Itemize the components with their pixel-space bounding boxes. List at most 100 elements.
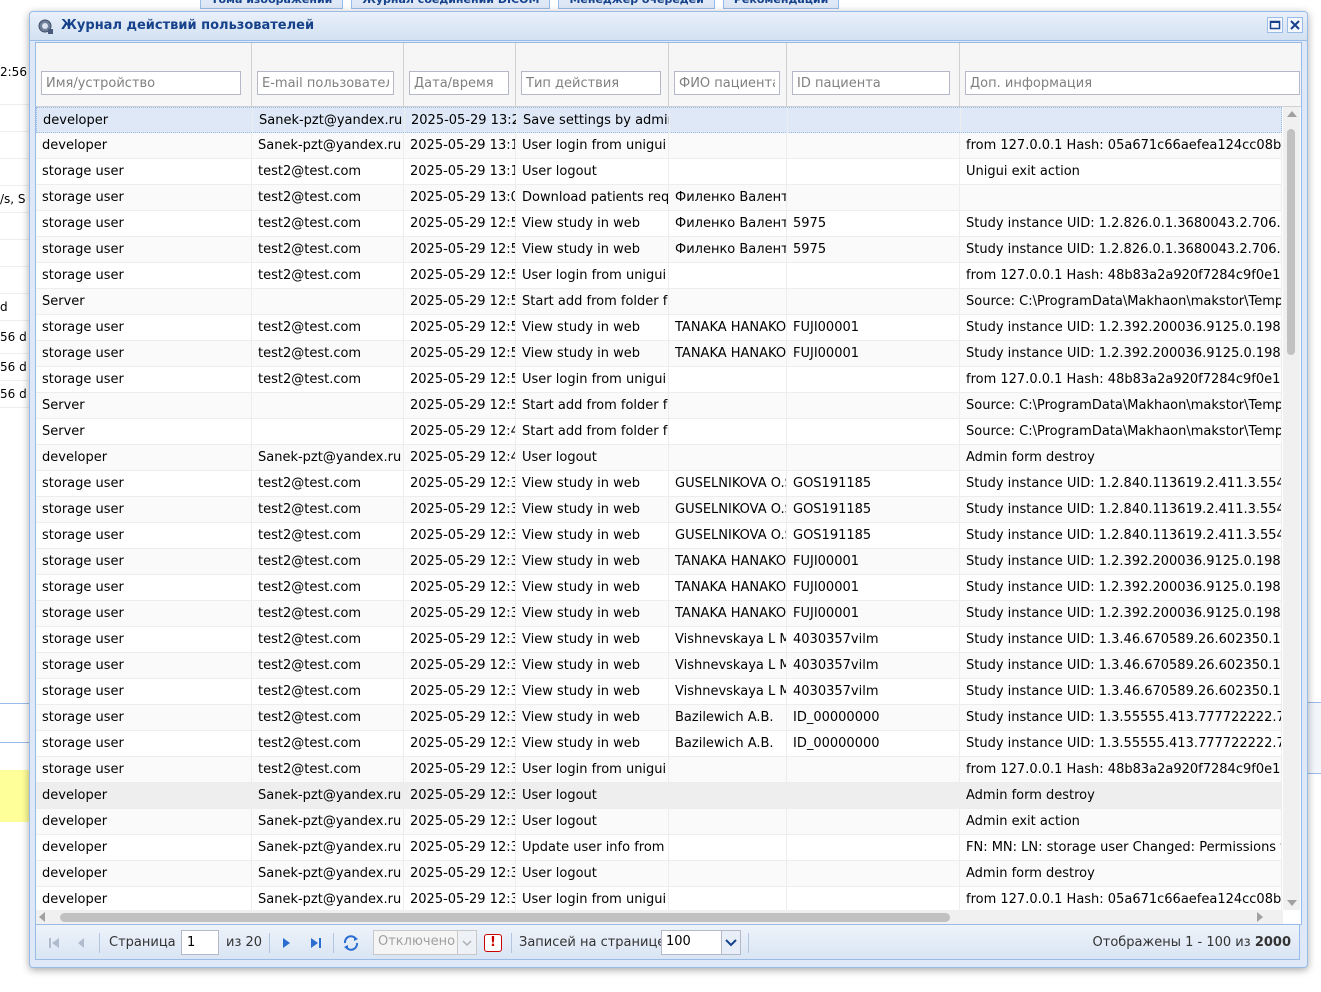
log-icon xyxy=(38,19,54,35)
background-cell: 2:56 xyxy=(0,40,30,105)
table-row[interactable]: storage user test2@test.com 2025-05-29 12:… xyxy=(36,263,1282,289)
table-row[interactable]: developer Sanek-pzt@yandex.ru 2025-05-29 1… xyxy=(36,783,1282,809)
background-tab[interactable]: Рекомендации xyxy=(722,0,840,9)
table-row[interactable]: storage user test2@test.com 2025-05-29 12:… xyxy=(36,653,1282,679)
cell-patient-id xyxy=(787,393,960,418)
cell-action: User login from unigui xyxy=(516,263,669,288)
table-row[interactable]: storage user test2@test.com 2025-05-29 12:… xyxy=(36,211,1282,237)
table-row[interactable]: developer Sanek-pzt@yandex.ru 2025-05-29 1… xyxy=(36,835,1282,861)
scroll-down-icon[interactable] xyxy=(1287,900,1297,906)
cell-patient-name: GUSELNIKOVA O.S xyxy=(669,471,787,496)
table-row[interactable]: storage user test2@test.com 2025-05-29 13:… xyxy=(36,185,1282,211)
table-row[interactable]: storage user test2@test.com 2025-05-29 12:… xyxy=(36,497,1282,523)
table-row[interactable]: storage user test2@test.com 2025-05-29 12:… xyxy=(36,367,1282,393)
cell-datetime: 2025-05-29 13:20 xyxy=(405,108,517,133)
table-row[interactable]: Server 2025-05-29 12:53 Start add from fol… xyxy=(36,393,1282,419)
auto-refresh-select[interactable]: Отключено xyxy=(373,930,477,955)
patient-name-filter-input[interactable] xyxy=(674,71,780,95)
cell-patient-id xyxy=(787,861,960,886)
close-icon[interactable] xyxy=(1287,17,1303,33)
vertical-scroll-thumb[interactable] xyxy=(1287,129,1295,355)
cell-info: Study instance UID: 1.2.392.200036.9125.… xyxy=(960,549,1282,574)
cell-email: Sanek-pzt@yandex.ru xyxy=(252,133,404,158)
next-page-icon[interactable] xyxy=(276,933,296,953)
vertical-scrollbar[interactable] xyxy=(1283,107,1300,910)
filter-cell-name xyxy=(36,43,252,106)
table-row[interactable]: storage user test2@test.com 2025-05-29 12:… xyxy=(36,237,1282,263)
table-row[interactable]: storage user test2@test.com 2025-05-29 12:… xyxy=(36,731,1282,757)
background-tab[interactable]: Тома изображений xyxy=(200,0,344,9)
cell-name: Server xyxy=(36,289,252,314)
cell-email: Sanek-pzt@yandex.ru xyxy=(252,887,404,910)
action-filter-input[interactable] xyxy=(521,71,661,95)
table-row[interactable]: storage user test2@test.com 2025-05-29 12:… xyxy=(36,549,1282,575)
table-row[interactable]: Server 2025-05-29 12:56 Start add from fol… xyxy=(36,289,1282,315)
info-filter-input[interactable] xyxy=(965,71,1300,95)
cell-patient-name xyxy=(669,419,787,444)
cell-name: developer xyxy=(36,887,252,910)
page-number-input[interactable] xyxy=(181,930,219,955)
table-row[interactable]: developer Sanek-pzt@yandex.ru 2025-05-29 1… xyxy=(36,133,1282,159)
table-row[interactable]: storage user test2@test.com 2025-05-29 12:… xyxy=(36,315,1282,341)
maximize-icon[interactable] xyxy=(1267,17,1283,33)
cell-action: User login from unigui xyxy=(516,367,669,392)
table-row[interactable]: storage user test2@test.com 2025-05-29 12:… xyxy=(36,575,1282,601)
chevron-down-icon[interactable] xyxy=(721,931,740,954)
table-row[interactable]: storage user test2@test.com 2025-05-29 12:… xyxy=(36,757,1282,783)
table-row[interactable]: storage user test2@test.com 2025-05-29 12:… xyxy=(36,471,1282,497)
scroll-up-icon[interactable] xyxy=(1287,111,1297,117)
cell-action: User logout xyxy=(516,783,669,808)
background-tab[interactable]: Менеджер очередей xyxy=(558,0,715,9)
patient-id-filter-input[interactable] xyxy=(792,71,950,95)
table-row[interactable]: Server 2025-05-29 12:47 Start add from fol… xyxy=(36,419,1282,445)
horizontal-scroll-thumb[interactable] xyxy=(60,913,950,922)
cell-patient-name xyxy=(669,887,787,910)
cell-patient-id: ID_00000000 xyxy=(787,731,960,756)
cell-info xyxy=(960,185,1282,210)
per-page-select[interactable]: 100 xyxy=(661,930,741,955)
first-page-icon[interactable] xyxy=(44,933,64,953)
filter-cell-patient-id xyxy=(787,43,960,106)
cell-patient-id: 4030357vilm xyxy=(787,679,960,704)
table-row[interactable]: storage user test2@test.com 2025-05-29 12:… xyxy=(36,341,1282,367)
background-cell: /s, S xyxy=(0,186,30,213)
cell-email: Sanek-pzt@yandex.ru xyxy=(253,108,405,133)
datetime-filter-input[interactable] xyxy=(409,71,509,95)
table-row[interactable]: developer Sanek-pzt@yandex.ru 2025-05-29 1… xyxy=(36,445,1282,471)
table-row[interactable]: storage user test2@test.com 2025-05-29 12:… xyxy=(36,601,1282,627)
window-header[interactable]: Журнал действий пользователей xyxy=(30,12,1307,41)
cell-action: View study in web xyxy=(516,341,669,366)
scroll-left-icon[interactable] xyxy=(39,912,45,922)
name-filter-input[interactable] xyxy=(41,71,241,95)
table-row[interactable]: storage user test2@test.com 2025-05-29 12:… xyxy=(36,705,1282,731)
cell-info: FN: MN: LN: storage user Changed: Permis… xyxy=(960,835,1282,860)
cell-patient-id xyxy=(787,133,960,158)
table-row[interactable]: developer Sanek-pzt@yandex.ru 2025-05-29 1… xyxy=(36,809,1282,835)
table-row[interactable]: storage user test2@test.com 2025-05-29 13:… xyxy=(36,159,1282,185)
table-row[interactable]: developer Sanek-pzt@yandex.ru 2025-05-29 1… xyxy=(36,887,1282,910)
prev-page-icon[interactable] xyxy=(71,933,91,953)
cell-name: storage user xyxy=(36,627,252,652)
cell-name: storage user xyxy=(36,549,252,574)
chevron-down-icon[interactable] xyxy=(457,931,476,954)
background-cell xyxy=(0,159,30,186)
table-row[interactable]: developer Sanek-pzt@yandex.ru 2025-05-29 1… xyxy=(36,861,1282,887)
table-row[interactable]: storage user test2@test.com 2025-05-29 12:… xyxy=(36,523,1282,549)
refresh-icon[interactable] xyxy=(341,933,361,953)
cell-email: test2@test.com xyxy=(252,523,404,548)
cell-action: View study in web xyxy=(516,679,669,704)
last-page-icon[interactable] xyxy=(306,933,326,953)
email-filter-input[interactable] xyxy=(257,71,394,95)
table-row[interactable]: storage user test2@test.com 2025-05-29 12:… xyxy=(36,627,1282,653)
table-row[interactable]: storage user test2@test.com 2025-05-29 12:… xyxy=(36,679,1282,705)
window-title: Журнал действий пользователей xyxy=(61,18,315,33)
warning-icon[interactable]: ! xyxy=(484,934,502,952)
horizontal-scrollbar[interactable] xyxy=(36,910,1283,924)
toolbar-separator xyxy=(269,933,270,953)
cell-name: storage user xyxy=(36,315,252,340)
scroll-right-icon[interactable] xyxy=(1257,912,1263,922)
cell-action: Save settings by admin xyxy=(517,108,670,133)
cell-info: from 127.0.0.1 Hash: 48b83a2a920f7284c9f… xyxy=(960,263,1282,288)
table-row[interactable]: developer Sanek-pzt@yandex.ru 2025-05-29 1… xyxy=(36,107,1282,133)
background-tab[interactable]: Журнал соединений DICOM xyxy=(351,0,551,9)
